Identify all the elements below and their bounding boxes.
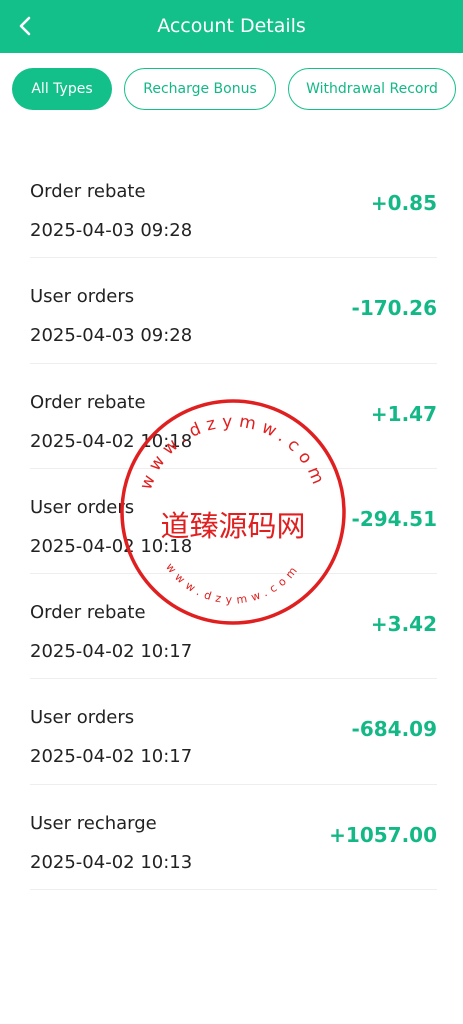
tab-recharge-bonus[interactable]: Recharge Bonus [124,68,276,110]
transaction-row[interactable]: User orders 2025-04-02 10:17 -684.09 [30,679,437,785]
transaction-amount: +1057.00 [329,822,437,847]
transaction-amount: +0.85 [370,191,437,215]
transaction-date: 2025-04-02 10:18 [30,430,193,452]
transaction-list: Order rebate 2025-04-03 09:28 +0.85 User… [30,153,437,891]
tab-withdrawal-record[interactable]: Withdrawal Record [288,68,456,110]
transaction-row[interactable]: User orders 2025-04-03 09:28 -170.26 [30,258,437,364]
transaction-date: 2025-04-03 09:28 [30,325,193,347]
transaction-row[interactable]: Order rebate 2025-04-02 10:18 +1.47 [30,364,437,469]
transaction-amount: +1.47 [370,401,437,426]
transaction-date: 2025-04-02 10:18 [30,535,193,557]
transaction-title: User recharge [30,812,157,834]
transaction-row[interactable]: User recharge 2025-04-02 10:13 +1057.00 [30,785,437,891]
transaction-amount: -294.51 [351,506,437,531]
transaction-title: Order rebate [30,602,146,624]
page-title: Account Details [157,15,306,37]
transaction-title: User orders [30,286,135,308]
transaction-date: 2025-04-02 10:17 [30,746,193,768]
transaction-row[interactable]: User orders 2025-04-02 10:18 -294.51 [30,469,437,575]
transaction-title: User orders [30,707,135,729]
transaction-amount: -684.09 [351,717,437,742]
transaction-date: 2025-04-03 09:28 [30,220,193,241]
tab-all-types[interactable]: All Types [12,68,112,110]
transaction-title: Order rebate [30,391,146,413]
transaction-row[interactable]: Order rebate 2025-04-02 10:17 +3.42 [30,574,437,680]
transaction-date: 2025-04-02 10:13 [30,851,193,873]
transaction-row[interactable]: Order rebate 2025-04-03 09:28 +0.85 [30,153,437,259]
transaction-amount: +3.42 [370,612,437,637]
transaction-date: 2025-04-02 10:17 [30,641,193,663]
transaction-title: User orders [30,496,135,518]
app-header: Account Details [0,0,463,53]
transaction-amount: -170.26 [351,296,437,321]
filter-tabs: All Types Recharge Bonus Withdrawal Reco… [12,68,456,110]
transaction-title: Order rebate [30,181,146,202]
